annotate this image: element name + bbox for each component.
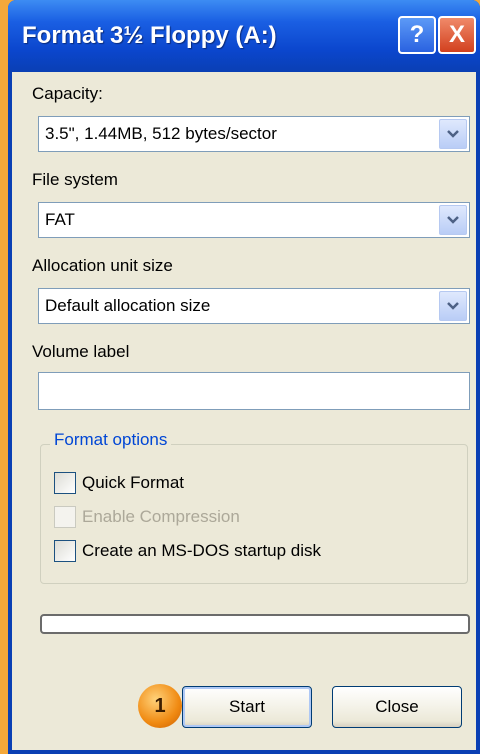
msdos-startup-label[interactable]: Create an MS-DOS startup disk — [82, 541, 321, 561]
format-progress-bar — [40, 614, 470, 634]
enable-compression-label: Enable Compression — [82, 507, 240, 526]
enable-compression-checkbox — [54, 506, 76, 528]
allocation-dropdown[interactable]: Default allocation size — [38, 288, 470, 324]
quick-format-label[interactable]: Quick Format — [82, 473, 184, 493]
volume-label-input[interactable] — [38, 372, 470, 410]
file-system-dropdown-arrow[interactable] — [439, 205, 467, 235]
capacity-label: Capacity: — [32, 84, 103, 103]
capacity-dropdown-arrow[interactable] — [439, 119, 467, 149]
start-button[interactable]: Start — [182, 686, 312, 728]
allocation-value: Default allocation size — [45, 296, 211, 315]
step-number-badge: 1 — [138, 684, 182, 728]
chevron-down-icon — [447, 216, 459, 224]
volume-label-caption: Volume label — [32, 342, 130, 361]
chevron-down-icon — [447, 130, 459, 138]
close-window-button[interactable]: X — [438, 16, 476, 54]
file-system-dropdown[interactable]: FAT — [38, 202, 470, 238]
window-title: Format 3½ Floppy (A:) — [22, 22, 277, 49]
title-bar[interactable]: Format 3½ Floppy (A:) ? X — [8, 0, 480, 72]
dialog-body: Capacity: 3.5", 1.44MB, 512 bytes/sector… — [12, 72, 476, 750]
format-dialog-window: Format 3½ Floppy (A:) ? X Capacity: 3.5"… — [8, 0, 480, 754]
help-button[interactable]: ? — [398, 16, 436, 54]
capacity-value: 3.5", 1.44MB, 512 bytes/sector — [45, 124, 277, 143]
format-options-title: Format options — [50, 430, 172, 450]
close-button[interactable]: Close — [332, 686, 462, 728]
allocation-label: Allocation unit size — [32, 256, 173, 275]
chevron-down-icon — [447, 302, 459, 310]
msdos-startup-checkbox[interactable] — [54, 540, 76, 562]
allocation-dropdown-arrow[interactable] — [439, 291, 467, 321]
capacity-dropdown[interactable]: 3.5", 1.44MB, 512 bytes/sector — [38, 116, 470, 152]
file-system-value: FAT — [45, 210, 75, 229]
file-system-label: File system — [32, 170, 118, 189]
quick-format-checkbox[interactable] — [54, 472, 76, 494]
